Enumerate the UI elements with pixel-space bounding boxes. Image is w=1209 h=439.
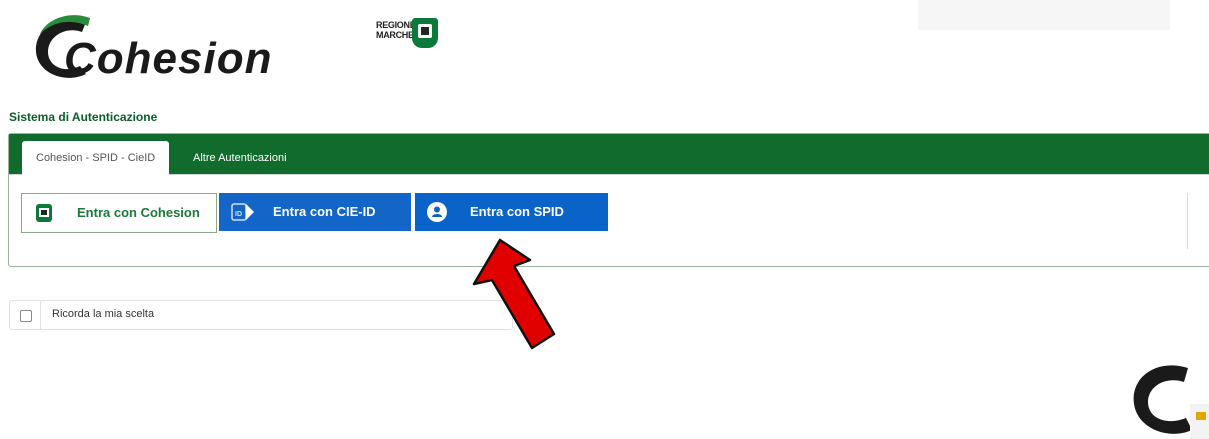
auth-panel: Cohesion - SPID - CieID Altre Autenticaz… bbox=[8, 133, 1209, 267]
page-title: Sistema di Autenticazione bbox=[9, 110, 158, 124]
cohesion-footer-logo-icon bbox=[1133, 365, 1209, 439]
top-right-bar bbox=[918, 0, 1170, 30]
cohesion-logo: Cohesion bbox=[28, 8, 271, 86]
panel-side-box bbox=[1187, 193, 1209, 249]
cie-id-icon: ID bbox=[231, 203, 254, 221]
remember-label: Ricorda la mia scelta bbox=[52, 308, 155, 320]
tab-cohesion-spid-cieid[interactable]: Cohesion - SPID - CieID bbox=[22, 141, 170, 175]
remember-checkbox[interactable] bbox=[20, 310, 32, 322]
tab-altre-autenticazioni[interactable]: Altre Autenticazioni bbox=[179, 141, 301, 175]
svg-text:ID: ID bbox=[235, 211, 242, 218]
button-label: Entra con CIE-ID bbox=[273, 204, 376, 219]
button-label: Entra con SPID bbox=[470, 204, 564, 219]
cohesion-logo-text: Cohesion bbox=[64, 34, 273, 83]
regione-marche-logo: REGIONE MARCHE bbox=[376, 18, 446, 54]
regione-marche-emblem-icon bbox=[36, 204, 52, 222]
button-label: Entra con Cohesion bbox=[77, 205, 200, 220]
remember-choice: Ricorda la mia scelta bbox=[9, 300, 513, 330]
entra-con-cohesion-button[interactable]: Entra con Cohesion bbox=[21, 193, 217, 233]
entra-con-cie-id-button[interactable]: ID Entra con CIE-ID bbox=[219, 193, 411, 231]
region-logo-line1: REGIONE bbox=[376, 20, 416, 30]
spid-user-icon bbox=[427, 202, 447, 222]
region-logo-line2: MARCHE bbox=[376, 30, 414, 40]
tab-bar: Cohesion - SPID - CieID Altre Autenticaz… bbox=[9, 134, 1209, 175]
entra-con-spid-button[interactable]: Entra con SPID bbox=[415, 193, 608, 231]
regione-emblem-icon bbox=[412, 18, 438, 48]
red-arrow-icon bbox=[472, 238, 556, 350]
